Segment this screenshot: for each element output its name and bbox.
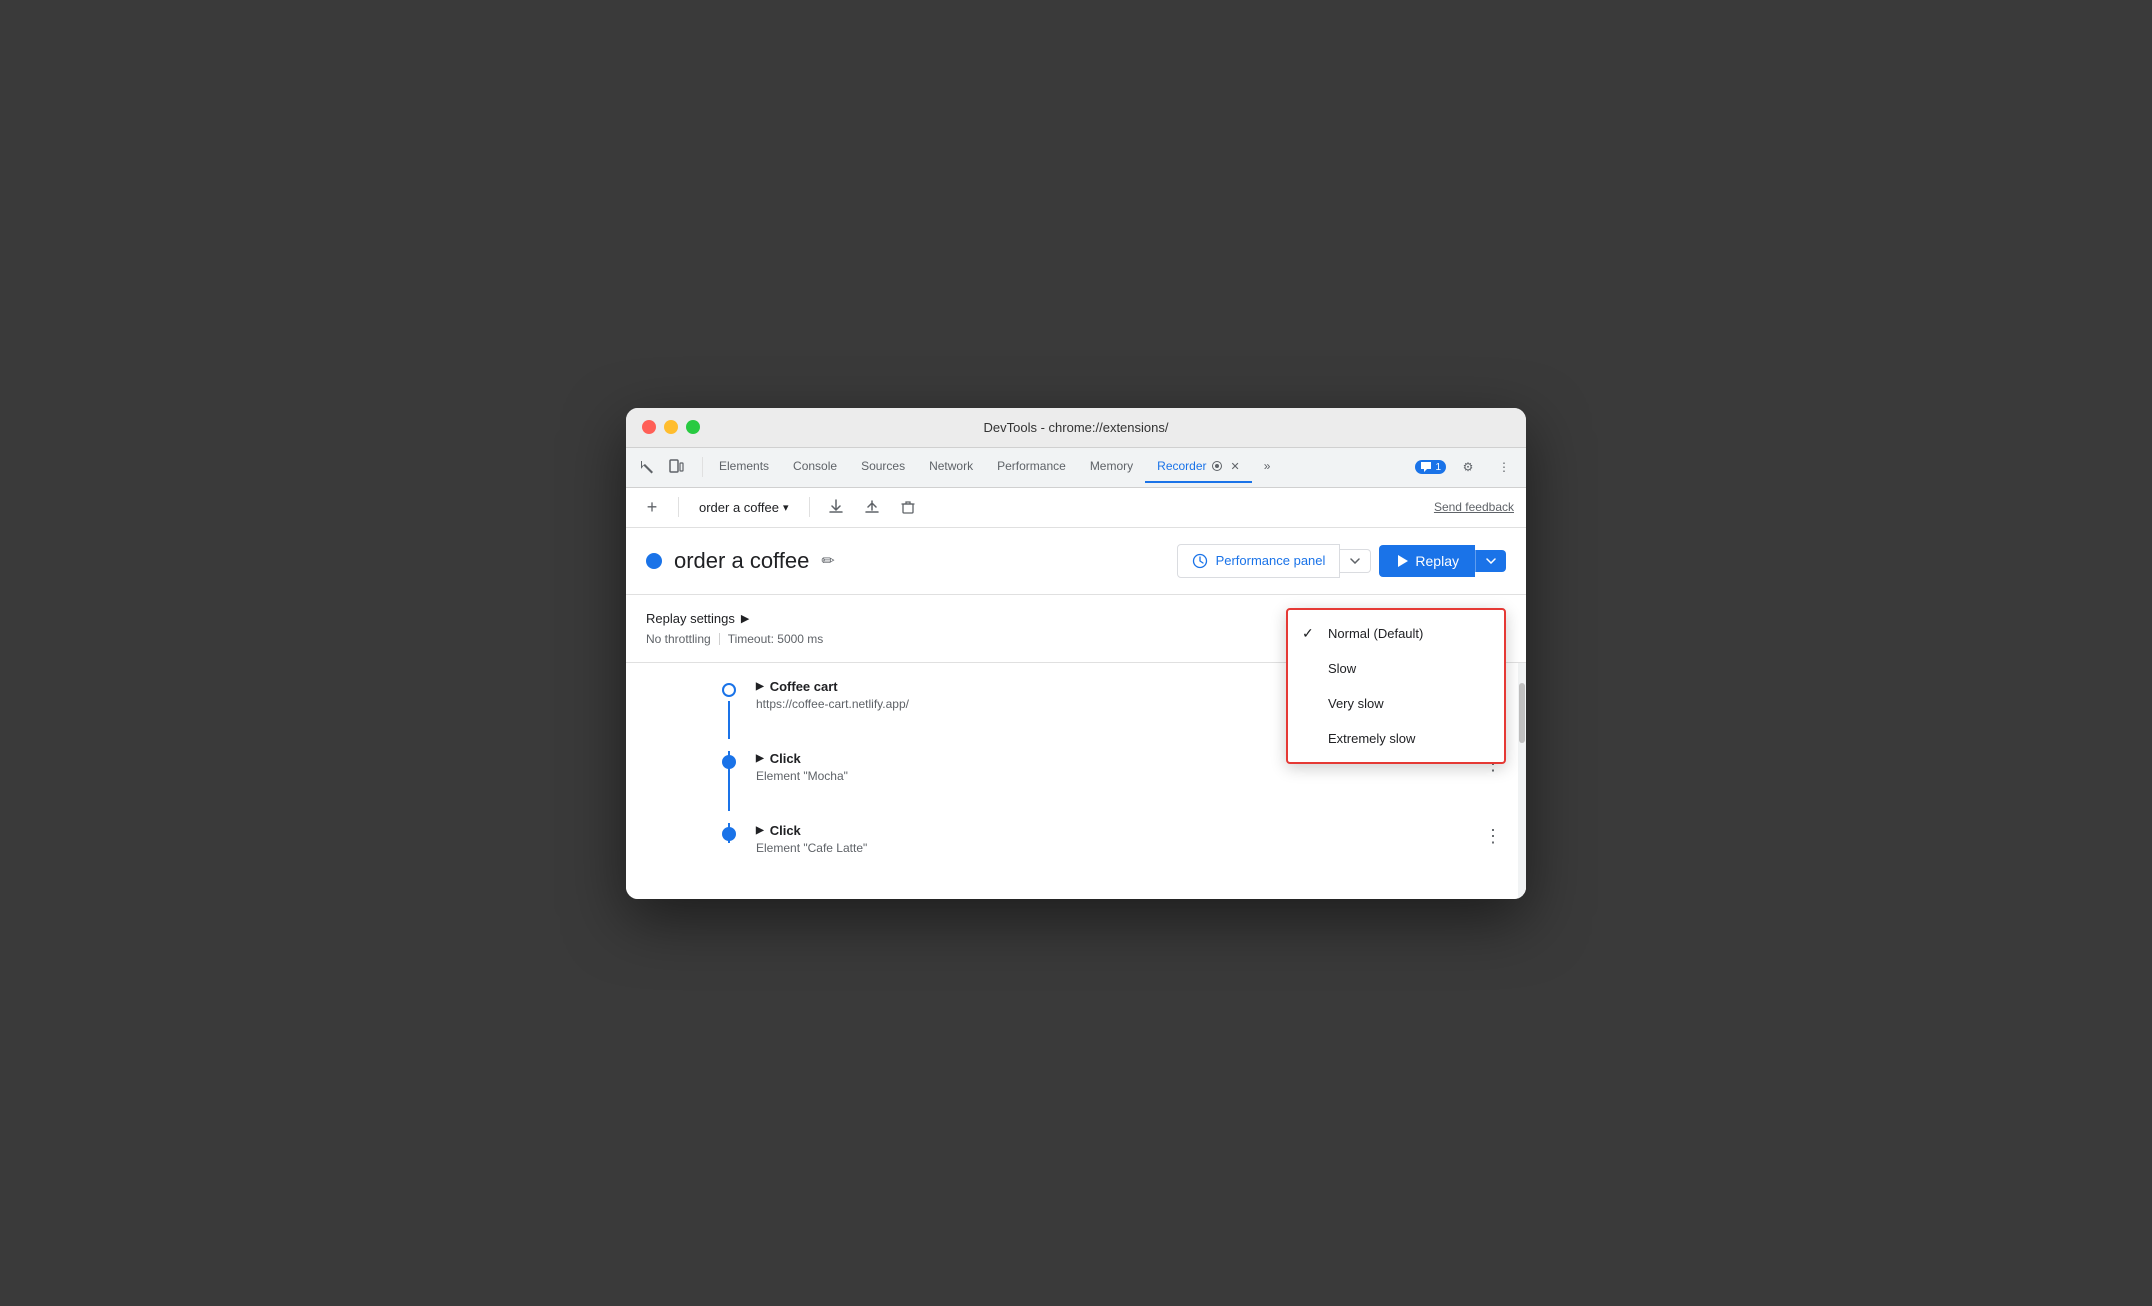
step-line — [728, 701, 730, 739]
expand-step-icon[interactable]: ▶ — [756, 681, 764, 692]
step-item: ▶ Click Element "Cafe Latte" ⋮ — [626, 807, 1526, 879]
more-options-icon[interactable]: ⋮ — [1490, 453, 1518, 481]
edit-icon[interactable]: ✏ — [821, 551, 834, 571]
tab-performance[interactable]: Performance — [985, 451, 1078, 483]
chat-badge[interactable]: 1 — [1415, 460, 1446, 474]
recording-header: order a coffee ✏ Performance panel Repla… — [626, 528, 1526, 595]
main-content: order a coffee ✏ Performance panel Repla… — [626, 528, 1526, 899]
step-dot-open — [722, 683, 736, 697]
import-button[interactable] — [858, 493, 886, 521]
device-icon[interactable] — [662, 453, 690, 481]
replay-controls: Performance panel Replay — [1177, 544, 1506, 578]
step-dot-filled — [722, 827, 736, 841]
replay-button[interactable]: Replay — [1379, 545, 1475, 577]
step-dot-filled — [722, 755, 736, 769]
secondary-toolbar: + order a coffee ▾ Send feedback — [626, 488, 1526, 528]
title-bar: DevTools - chrome://extensions/ — [626, 408, 1526, 448]
tab-actions: 1 ⚙ ⋮ — [1415, 453, 1518, 481]
maximize-button[interactable] — [686, 420, 700, 434]
close-button[interactable] — [642, 420, 656, 434]
add-recording-button[interactable]: + — [638, 493, 666, 521]
scrollbar-thumb[interactable] — [1519, 683, 1525, 743]
tab-elements[interactable]: Elements — [707, 451, 781, 483]
step-subtitle: Element "Cafe Latte" — [756, 841, 1480, 855]
devtools-window: DevTools - chrome://extensions/ Elements… — [626, 408, 1526, 899]
expand-step-icon[interactable]: ▶ — [756, 753, 764, 764]
devtools-tabs: Elements Console Sources Network Perform… — [626, 448, 1526, 488]
inspect-icon[interactable] — [634, 453, 662, 481]
tab-network[interactable]: Network — [917, 451, 985, 483]
expand-step-icon[interactable]: ▶ — [756, 825, 764, 836]
step-kebab-menu[interactable]: ⋮ — [1480, 823, 1506, 849]
meta-separator — [719, 633, 720, 645]
dropdown-item-slow[interactable]: Slow — [1288, 651, 1504, 686]
dropdown-item-normal[interactable]: Normal (Default) — [1288, 616, 1504, 651]
dropdown-item-extremely-slow[interactable]: Extremely slow — [1288, 721, 1504, 756]
replay-speed-dropdown: Normal (Default) Slow Very slow Extremel… — [1286, 608, 1506, 764]
traffic-lights — [642, 420, 700, 434]
send-feedback-link[interactable]: Send feedback — [1434, 500, 1514, 514]
step-title: ▶ Click — [756, 823, 1480, 838]
scrollbar[interactable] — [1518, 663, 1526, 899]
dropdown-chevron-icon: ▾ — [783, 501, 789, 514]
replay-dropdown-button[interactable] — [1475, 550, 1506, 572]
step-content: ▶ Click Element "Cafe Latte" — [756, 823, 1480, 855]
recording-title: order a coffee — [674, 548, 809, 574]
recording-selector[interactable]: order a coffee ▾ — [691, 496, 797, 519]
tab-sources[interactable]: Sources — [849, 451, 917, 483]
delete-button[interactable] — [894, 493, 922, 521]
minimize-button[interactable] — [664, 420, 678, 434]
window-title: DevTools - chrome://extensions/ — [984, 420, 1169, 435]
tab-more[interactable]: » — [1252, 451, 1283, 483]
tab-memory[interactable]: Memory — [1078, 451, 1145, 483]
tab-recorder-close[interactable]: ✕ — [1231, 460, 1240, 473]
performance-panel-button[interactable]: Performance panel — [1177, 544, 1341, 578]
performance-panel-dropdown-button[interactable] — [1340, 549, 1371, 573]
dropdown-item-very-slow[interactable]: Very slow — [1288, 686, 1504, 721]
step-subtitle: Element "Mocha" — [756, 769, 1480, 783]
tab-recorder[interactable]: Recorder ✕ — [1145, 451, 1252, 483]
recording-status-dot — [646, 553, 662, 569]
expand-arrow-icon: ▶ — [741, 612, 749, 625]
tab-console[interactable]: Console — [781, 451, 849, 483]
settings-icon[interactable]: ⚙ — [1454, 453, 1482, 481]
export-button[interactable] — [822, 493, 850, 521]
